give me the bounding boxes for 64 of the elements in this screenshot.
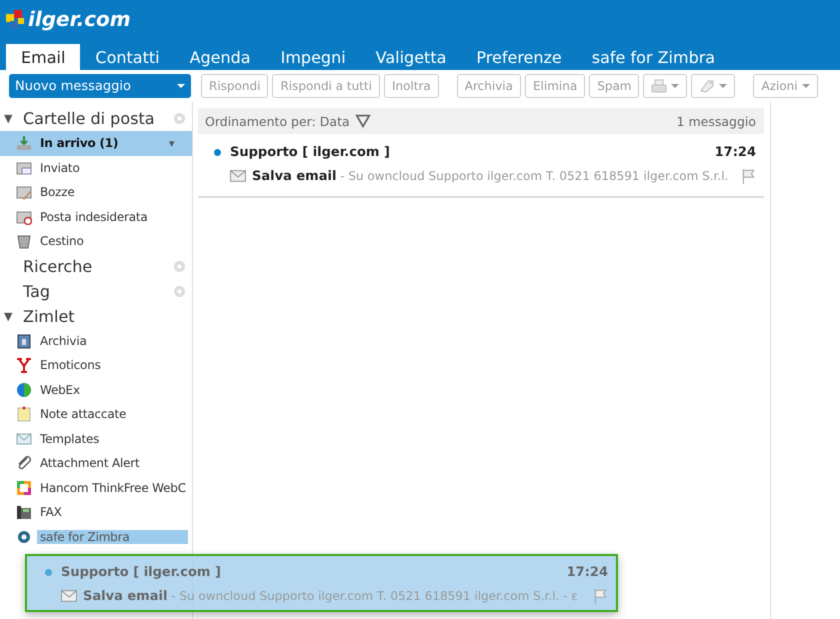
nav-tab[interactable]: Email <box>6 44 80 70</box>
archive-box-icon <box>16 332 32 349</box>
printer-icon <box>651 78 668 94</box>
message-count: 1 messaggio <box>676 114 756 128</box>
sidebar-item[interactable]: Hancom ThinkFree WebC <box>0 476 192 500</box>
expand-arrow[interactable]: ▼ <box>4 310 18 322</box>
new-message-button[interactable]: Nuovo messaggio <box>9 74 191 98</box>
section-title[interactable]: Zimlet <box>23 306 186 326</box>
globe-icon <box>16 382 32 398</box>
sidebar-item[interactable]: Emoticons <box>0 353 192 378</box>
section-title[interactable]: Ricerche <box>23 256 173 276</box>
expand-arrow[interactable]: ▼ <box>4 112 18 125</box>
paperclip-icon <box>16 455 32 472</box>
print-button[interactable] <box>643 74 688 98</box>
sidebar-item[interactable]: safe for Zimbra <box>0 524 192 549</box>
folder-pencil-icon <box>16 184 32 200</box>
dragged-message[interactable]: Supporto [ ilger.com ] 17:24 Salva email - Su owncloud Supporto ilger.com T. 0521 618591 ilger.com S.r.l. - ε <box>25 554 618 612</box>
envelope-icon <box>61 588 77 604</box>
sidebar-item[interactable]: Attachment Alert <box>0 451 192 476</box>
folder-blocked-icon <box>16 208 32 225</box>
nav-tab[interactable]: Agenda <box>174 44 266 70</box>
letter-y-icon <box>16 357 32 374</box>
sidebar-item[interactable]: FAX <box>0 500 192 524</box>
nav-tab[interactable]: Contatti <box>80 44 175 70</box>
sidebar-item[interactable]: In arrivo (1) ▾ <box>0 131 192 156</box>
envelope-icon <box>230 168 246 184</box>
fax-machine-icon <box>16 504 32 520</box>
puzzle-logo-icon <box>4 8 26 30</box>
sidebar-item[interactable]: Bozze <box>0 180 192 204</box>
sticky-note-icon <box>16 406 32 422</box>
message-time: 17:24 <box>566 564 608 580</box>
sender-name: Supporto [ ilger.com ] <box>61 564 222 580</box>
dropdown-arrow[interactable]: ▾ <box>169 136 183 150</box>
sidebar-item[interactable]: Posta indesiderata <box>0 204 192 229</box>
sort-arrow-icon <box>354 113 371 129</box>
colored-square-icon <box>16 480 32 496</box>
message-time: 17:24 <box>714 144 756 160</box>
sort-label[interactable]: Ordinamento per: Data <box>205 114 350 128</box>
caret-icon <box>719 84 728 88</box>
sidebar-item[interactable]: Archivia <box>0 328 192 353</box>
sidebar-item[interactable]: Templates <box>0 426 192 451</box>
download-tray-icon <box>16 135 32 152</box>
sender-name: Supporto [ ilger.com ] <box>230 144 391 160</box>
tag-button[interactable] <box>691 74 736 98</box>
nav-tab[interactable]: Impegni <box>266 44 361 70</box>
sidebar-item[interactable]: Note attaccate <box>0 402 192 426</box>
tag-icon <box>699 78 716 94</box>
section-title[interactable]: Tag <box>23 282 173 300</box>
nav-tab[interactable]: safe for Zimbra <box>576 44 730 70</box>
message-subject: Salva email - Su owncloud Supporto ilger.com T. 0521 618591 ilger.com S.r.l. <box>252 168 730 184</box>
sidebar-item[interactable]: Inviato <box>0 156 192 180</box>
sidebar-item[interactable]: WebEx <box>0 378 192 402</box>
caret-icon <box>671 84 680 88</box>
message-row[interactable]: Supporto [ ilger.com ] 17:24 Salva email - Su owncloud Supporto ilger.com T. 0521 618591 ilger.com S.r.l. <box>198 134 764 198</box>
nav-tab[interactable]: Preferenze <box>461 44 577 70</box>
envelope-icon <box>16 430 32 447</box>
caret-icon <box>802 84 810 88</box>
nav-tab[interactable]: Valigetta <box>360 44 462 70</box>
trash-icon <box>16 233 32 250</box>
sidebar-item[interactable]: Cestino <box>0 229 192 254</box>
logo-text: ilger.com <box>28 7 131 31</box>
caret-icon <box>177 84 185 88</box>
section-title[interactable]: Cartelle di posta <box>23 109 173 128</box>
message-subject: Salva email - Su owncloud Supporto ilger.com T. 0521 618591 ilger.com S.r.l. - ε <box>83 588 579 604</box>
